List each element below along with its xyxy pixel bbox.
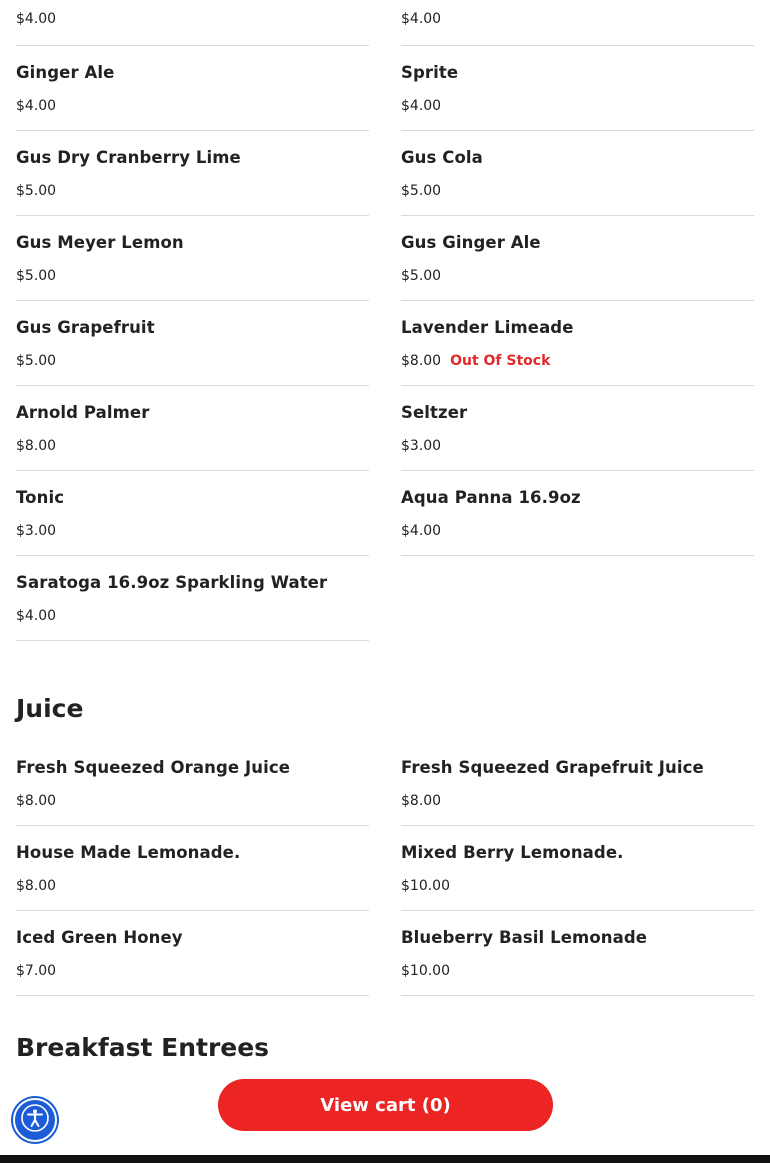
menu-item[interactable]: Gus Meyer Lemon $5.00 [16,216,369,301]
item-name: Iced Green Honey [16,928,183,947]
item-name: Saratoga 16.9oz Sparkling Water [16,573,328,592]
section-title-breakfast-entrees: Breakfast Entrees [16,1033,270,1062]
menu-item[interactable]: Arnold Palmer $8.00 [16,386,369,471]
item-name: Seltzer [401,403,468,422]
item-name: Ginger Ale [16,63,115,82]
menu-item[interactable]: Gus Cola $5.00 [401,131,754,216]
item-name: Fresh Squeezed Grapefruit Juice [401,758,704,777]
item-name: Mixed Berry Lemonade. [401,843,624,862]
item-price: $8.00 [16,793,57,809]
menu-item[interactable]: House Made Lemonade. $8.00 [16,826,369,911]
menu-item[interactable]: Gus Ginger Ale $5.00 [401,216,754,301]
item-price: $8.00 [16,878,57,894]
item-name: Blueberry Basil Lemonade [401,928,648,947]
accessibility-icon [20,1103,50,1137]
item-name: Aqua Panna 16.9oz [401,488,581,507]
menu-item[interactable]: Fresh Squeezed Orange Juice $8.00 [16,741,369,826]
item-name: Lavender Limeade [401,318,574,337]
item-name: Gus Grapefruit [16,318,155,337]
item-name: Arnold Palmer [16,403,150,422]
menu-item[interactable]: Aqua Panna 16.9oz $4.00 [401,471,754,556]
menu-item[interactable]: Fresh Squeezed Grapefruit Juice $8.00 [401,741,754,826]
view-cart-label: View cart (0) [320,1094,451,1116]
item-name: House Made Lemonade. [16,843,241,862]
menu-item[interactable]: Tonic $3.00 [16,471,369,556]
item-price: $5.00 [401,183,442,199]
item-name: Gus Cola [401,148,483,167]
item-name: Fresh Squeezed Orange Juice [16,758,291,777]
menu-item-partial[interactable]: $4.00 [16,0,369,46]
item-price: $4.00 [401,11,442,27]
out-of-stock-badge: Out Of Stock [450,353,551,369]
menu-item[interactable]: Lavender Limeade $8.00 Out Of Stock [401,301,754,386]
menu-item[interactable]: Ginger Ale $4.00 [16,46,369,131]
item-price: $5.00 [16,268,57,284]
accessibility-button[interactable] [13,1098,57,1142]
menu-item[interactable]: Saratoga 16.9oz Sparkling Water $4.00 [16,556,369,641]
item-price: $5.00 [16,183,57,199]
menu-item[interactable]: Gus Dry Cranberry Lime $5.00 [16,131,369,216]
menu-item[interactable]: Mixed Berry Lemonade. $10.00 [401,826,754,911]
juice-items-grid: Fresh Squeezed Orange Juice $8.00 Fresh … [16,741,754,996]
view-cart-button[interactable]: View cart (0) [218,1079,553,1131]
item-price: $5.00 [401,268,442,284]
item-price: $4.00 [401,523,442,539]
item-price: $10.00 [401,878,450,894]
item-price: $8.00 [401,793,442,809]
menu-item[interactable]: Iced Green Honey $7.00 [16,911,369,996]
item-name: Gus Meyer Lemon [16,233,184,252]
item-name: Sprite [401,63,459,82]
menu-row-partial: $4.00 $4.00 [16,0,754,46]
item-price: $3.00 [401,438,442,454]
item-price: $3.00 [16,523,57,539]
item-price: $8.00 [401,353,442,369]
bottom-bar [0,1155,770,1163]
item-price: $8.00 [16,438,57,454]
soda-items-grid: Ginger Ale $4.00 Sprite $4.00 Gus Dry Cr… [16,46,754,641]
item-price: $10.00 [401,963,450,979]
menu-item[interactable]: Gus Grapefruit $5.00 [16,301,369,386]
item-name: Tonic [16,488,65,507]
item-price: $5.00 [16,353,57,369]
item-name: Gus Dry Cranberry Lime [16,148,241,167]
item-price: $4.00 [16,608,57,624]
menu-item[interactable]: Blueberry Basil Lemonade $10.00 [401,911,754,996]
item-price: $4.00 [16,11,57,27]
item-price: $7.00 [16,963,57,979]
section-title-juice: Juice [16,694,84,723]
item-price: $4.00 [16,98,57,114]
menu-item[interactable]: Seltzer $3.00 [401,386,754,471]
item-price: $4.00 [401,98,442,114]
item-name: Gus Ginger Ale [401,233,541,252]
menu-item[interactable]: Sprite $4.00 [401,46,754,131]
menu-item-partial[interactable]: $4.00 [401,0,754,46]
